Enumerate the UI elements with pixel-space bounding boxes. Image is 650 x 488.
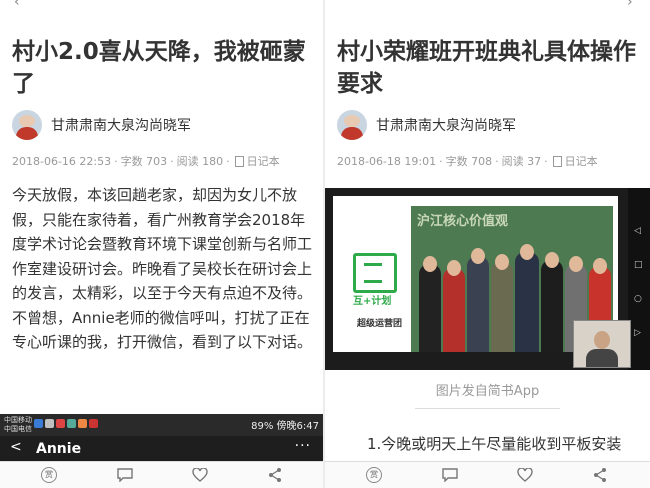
chat-name: Annie [36,441,82,457]
word-count: 字数 708 [445,155,493,168]
share-icon [594,468,606,482]
embedded-screenshot: 中国移动 中国电信 89% 傍晚6:47 < Annie ··· [0,414,325,462]
collection-link[interactable]: 日记本 [565,153,598,169]
collection-link[interactable]: 日记本 [247,153,280,169]
notification-icons [34,419,98,428]
carrier-info: 中国移动 中国电信 [4,416,32,433]
author-row[interactable]: 甘肃肃南大泉沟尚晓军 [12,110,191,140]
heart-icon [517,468,533,482]
team-label: 超级运营团 [357,319,403,329]
back-arrow-icon: < [10,439,22,455]
read-count: 阅读 180 [176,155,224,168]
status-right: 89% 傍晚6:47 [251,421,319,432]
read-count: 阅读 37 [501,155,542,168]
top-nav-bar: › [325,0,650,14]
tablet-nav-column: ◁ □ ○ ▷ [628,188,650,370]
document-icon [552,155,562,167]
chevron-left-icon[interactable]: ‹ [14,0,20,10]
more-icon: ··· [294,438,311,454]
share-button[interactable] [591,466,609,484]
article-title: 村小2.0喜从天降，我被砸蒙了 [12,39,306,97]
comment-button[interactable] [116,466,134,484]
article-body: 1.今晚或明天上午尽量能收到平板安装 [367,435,622,453]
article-title: 村小荣耀班开班典礼具体操作要求 [337,39,636,97]
like-button[interactable] [516,466,534,484]
word-count: 字数 703 [120,155,168,168]
share-button[interactable] [266,466,284,484]
bottom-action-bar: 赏 [0,461,325,488]
reward-icon: 赏 [41,467,57,483]
image-caption: 图片发自简书App [435,384,540,399]
comment-icon [117,468,133,482]
like-button[interactable] [191,466,209,484]
banner-text: 沪江核心价值观 [417,214,509,229]
comment-icon [442,468,458,482]
reward-button[interactable]: 赏 [40,466,58,484]
publish-date: 2018-06-18 19:01 [337,154,437,168]
top-nav-bar: ‹ [0,0,325,14]
publish-date: 2018-06-16 22:53 [12,154,112,168]
reward-button[interactable]: 赏 [365,466,383,484]
share-icon [269,468,281,482]
chevron-right-icon[interactable]: › [627,0,633,10]
bottom-action-bar: 赏 [325,461,650,488]
author-name[interactable]: 甘肃肃南大泉沟尚晓军 [51,115,191,135]
video-thumbnail [573,320,631,368]
comment-button[interactable] [441,466,459,484]
author-name[interactable]: 甘肃肃南大泉沟尚晓军 [376,115,516,135]
logo-text: 互+计划 [353,296,392,307]
avatar[interactable] [12,110,42,140]
article-meta: 2018-06-18 19:01 · 字数 708 · 阅读 37 · 日记本 [337,153,598,169]
reward-icon: 赏 [366,467,382,483]
right-article-panel: › 村小荣耀班开班典礼具体操作要求 甘肃肃南大泉沟尚晓军 2018-06-18 … [325,0,650,488]
heart-icon [192,468,208,482]
caption-divider [415,408,560,409]
article-meta: 2018-06-16 22:53 · 字数 703 · 阅读 180 · 日记本 [12,153,280,169]
author-row[interactable]: 甘肃肃南大泉沟尚晓军 [337,110,516,140]
document-icon [234,155,244,167]
hu-plus-logo-icon [353,253,397,293]
article-image[interactable]: 互+计划 超级运营团 沪江核心价值观 ◁ □ ○ ▷ [325,188,650,370]
article-body: 今天放假，本该回趟老家，却因为女儿不放假，只能在家待着，看广州教育学会2018年… [12,186,313,351]
left-article-panel: ‹ 村小2.0喜从天降，我被砸蒙了 甘肃肃南大泉沟尚晓军 2018-06-16 … [0,0,325,488]
avatar[interactable] [337,110,367,140]
